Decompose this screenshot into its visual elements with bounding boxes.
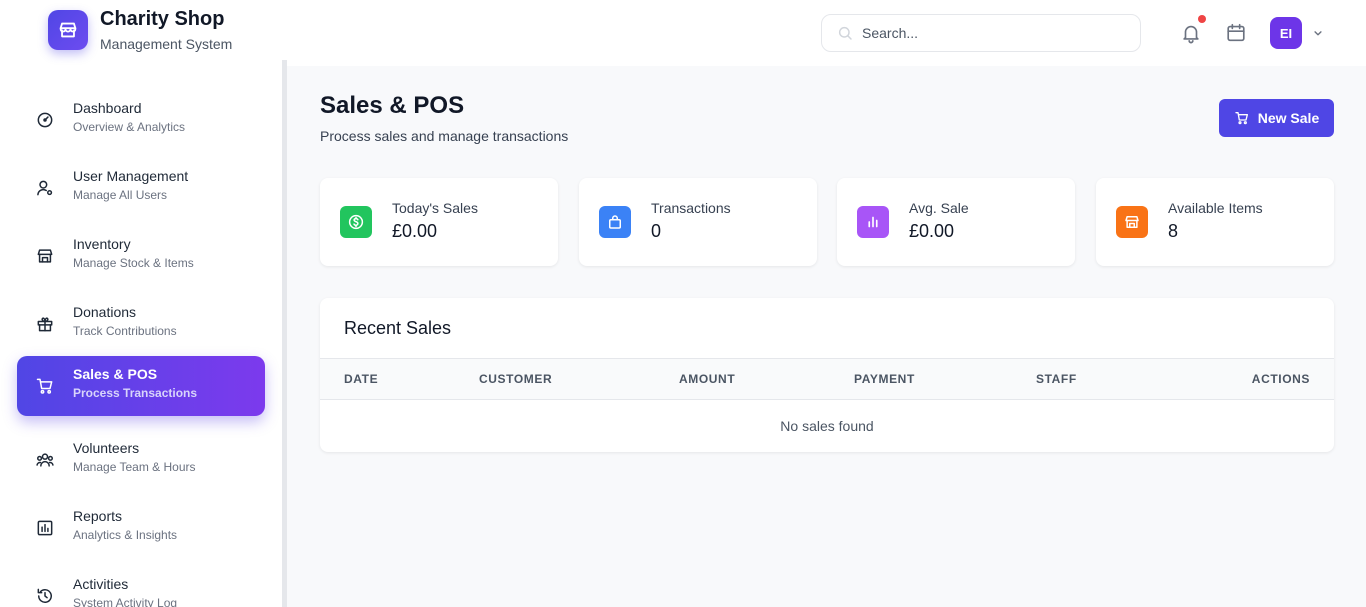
notification-dot bbox=[1198, 15, 1206, 23]
sidebar-item-label: Volunteers bbox=[73, 440, 140, 456]
column-header-date: DATE bbox=[344, 372, 379, 386]
sidebar-item-label: Donations bbox=[73, 304, 137, 320]
sidebar-item-label: Inventory bbox=[73, 236, 131, 252]
sidebar-item-volunteers[interactable]: Volunteers Manage Team & Hours bbox=[17, 430, 265, 490]
search-icon bbox=[828, 15, 862, 51]
new-sale-label: New Sale bbox=[1257, 110, 1320, 126]
stat-card-avg-sale: Avg. Sale £0.00 bbox=[837, 178, 1075, 266]
page-subtitle: Process sales and manage transactions bbox=[320, 128, 569, 144]
column-header-actions: ACTIONS bbox=[1251, 372, 1310, 386]
stat-card-todays-sales: Today's Sales £0.00 bbox=[320, 178, 558, 266]
sidebar-item-sublabel: Process Transactions bbox=[73, 386, 198, 400]
cart-icon bbox=[1235, 112, 1248, 125]
logo bbox=[48, 10, 88, 50]
store-icon bbox=[59, 22, 77, 38]
sidebar-item-activities[interactable]: Activities System Activity Log bbox=[17, 566, 265, 607]
recent-sales-title: Recent Sales bbox=[344, 318, 452, 338]
sidebar-item-label: Reports bbox=[73, 508, 123, 524]
stat-value: 8 bbox=[1168, 221, 1179, 241]
stat-value: £0.00 bbox=[909, 221, 955, 241]
column-header-staff: STAFF bbox=[1036, 372, 1077, 386]
column-header-customer: CUSTOMER bbox=[479, 372, 553, 386]
stat-label: Available Items bbox=[1168, 200, 1263, 216]
search-box[interactable] bbox=[821, 14, 1141, 52]
sidebar-item-donations[interactable]: Donations Track Contributions bbox=[17, 294, 265, 354]
chevron-down-icon[interactable] bbox=[1311, 26, 1325, 40]
sidebar-item-sublabel: Track Contributions bbox=[73, 324, 177, 338]
top-header: Charity Shop Management System EI bbox=[0, 0, 1366, 66]
column-header-payment: PAYMENT bbox=[854, 372, 915, 386]
gauge-icon bbox=[35, 110, 55, 130]
brand-subtitle: Management System bbox=[100, 36, 233, 52]
page-title: Sales & POS bbox=[320, 92, 465, 119]
sidebar: Dashboard Overview & Analytics User Mana… bbox=[0, 66, 282, 607]
sidebar-item-sublabel: Analytics & Insights bbox=[73, 528, 178, 542]
sidebar-item-inventory[interactable]: Inventory Manage Stock & Items bbox=[17, 226, 265, 286]
empty-state-text: No sales found bbox=[780, 418, 874, 434]
bag-icon bbox=[599, 206, 631, 238]
recent-sales-panel: Recent Sales DATE CUSTOMER AMOUNT PAYMEN… bbox=[320, 298, 1334, 452]
user-gear-icon bbox=[35, 178, 55, 198]
new-sale-button[interactable]: New Sale bbox=[1219, 99, 1334, 137]
column-header-amount: AMOUNT bbox=[679, 372, 736, 386]
table-header: DATE CUSTOMER AMOUNT PAYMENT STAFF ACTIO… bbox=[320, 358, 1334, 400]
calendar-icon[interactable] bbox=[1225, 22, 1247, 44]
gift-icon bbox=[35, 314, 55, 334]
search-input[interactable] bbox=[862, 25, 1122, 41]
stat-label: Today's Sales bbox=[392, 200, 478, 216]
store-icon bbox=[1116, 206, 1148, 238]
history-icon bbox=[35, 586, 55, 606]
sidebar-item-dashboard[interactable]: Dashboard Overview & Analytics bbox=[17, 90, 265, 150]
users-icon bbox=[35, 450, 55, 470]
sidebar-item-label: User Management bbox=[73, 168, 189, 184]
bell-icon[interactable] bbox=[1180, 22, 1202, 44]
stat-value: 0 bbox=[651, 221, 662, 241]
stat-label: Avg. Sale bbox=[909, 200, 969, 216]
sidebar-item-label: Dashboard bbox=[73, 100, 142, 116]
sidebar-item-sublabel: System Activity Log bbox=[73, 596, 178, 607]
avatar[interactable]: EI bbox=[1270, 17, 1302, 49]
sidebar-scrollbar[interactable] bbox=[282, 60, 287, 607]
bar-chart-icon bbox=[857, 206, 889, 238]
store-icon bbox=[35, 246, 55, 266]
sidebar-item-sublabel: Manage Team & Hours bbox=[73, 460, 196, 474]
stat-card-transactions: Transactions 0 bbox=[579, 178, 817, 266]
brand-title: Charity Shop bbox=[100, 8, 225, 30]
stat-label: Transactions bbox=[651, 200, 731, 216]
cart-icon bbox=[35, 376, 55, 396]
chart-icon bbox=[35, 518, 55, 538]
sidebar-item-label: Activities bbox=[73, 576, 129, 592]
stat-value: £0.00 bbox=[392, 221, 438, 241]
sidebar-item-sublabel: Overview & Analytics bbox=[73, 120, 186, 134]
sidebar-item-reports[interactable]: Reports Analytics & Insights bbox=[17, 498, 265, 558]
sidebar-item-sales-pos[interactable]: Sales & POS Process Transactions bbox=[17, 356, 265, 416]
sidebar-item-sublabel: Manage Stock & Items bbox=[73, 256, 194, 270]
stat-card-available-items: Available Items 8 bbox=[1096, 178, 1334, 266]
sidebar-item-user-management[interactable]: User Management Manage All Users bbox=[17, 158, 265, 218]
sidebar-item-sublabel: Manage All Users bbox=[73, 188, 168, 202]
sidebar-item-label: Sales & POS bbox=[73, 366, 158, 382]
dollar-circle-icon bbox=[340, 206, 372, 238]
